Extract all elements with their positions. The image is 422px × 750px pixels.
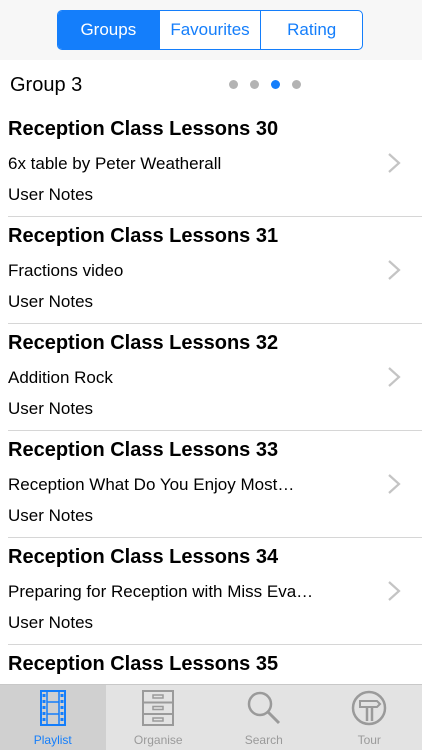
group-title: Group 3 [10,74,83,96]
item-title: Reception Class Lessons 31 [8,225,279,247]
item-subtitle: Addition Rock [8,368,113,387]
chevron-right-icon [388,153,401,173]
tab-search[interactable]: Search [211,685,317,750]
group-header: Group 3 [0,60,422,110]
filing-cabinet-icon [142,690,175,726]
item-subtitle: Preparing for Reception with Miss Eva… [8,582,314,601]
lesson-list: Reception Class Lessons 30 6x table by P… [0,110,422,750]
item-subtitle: 6x table by Peter Weatherall [8,154,222,173]
page-indicator[interactable] [229,80,301,89]
list-item[interactable]: Reception Class Lessons 30 6x table by P… [0,110,422,217]
tab-organise[interactable]: Organise [106,685,212,750]
page-dot-2[interactable] [250,80,259,89]
segment-bar: Groups Favourites Rating [0,0,422,60]
tab-label: Organise [133,733,183,747]
item-notes: User Notes [8,292,94,311]
segmented-control: Groups Favourites Rating [57,10,363,50]
item-notes: User Notes [8,506,94,525]
item-title: Reception Class Lessons 32 [8,332,279,354]
page-dot-3[interactable] [271,80,280,89]
segment-favourites[interactable]: Favourites [160,11,262,49]
tab-playlist[interactable]: Playlist [0,685,106,750]
item-title: Reception Class Lessons 33 [8,439,279,461]
tab-label: Playlist [33,733,72,747]
item-subtitle: Reception What Do You Enjoy Most… [8,475,295,494]
list-item[interactable]: Reception Class Lessons 33 Reception Wha… [0,431,422,538]
signpost-icon [352,690,387,726]
chevron-right-icon [388,474,401,494]
magnifier-icon [247,691,280,725]
item-notes: User Notes [8,399,94,418]
item-title: Reception Class Lessons 30 [8,118,279,140]
list-item[interactable]: Reception Class Lessons 32 Addition Rock… [0,324,422,431]
tab-label: Tour [357,733,381,747]
chevron-right-icon [388,260,401,280]
item-subtitle: Fractions video [8,261,124,280]
item-title: Reception Class Lessons 34 [8,546,279,568]
item-notes: User Notes [8,185,94,204]
page-dot-4[interactable] [292,80,301,89]
list-item[interactable]: Reception Class Lessons 34 Preparing for… [0,538,422,645]
page-dot-1[interactable] [229,80,238,89]
list-item[interactable]: Reception Class Lessons 31 Fractions vid… [0,217,422,324]
segment-rating[interactable]: Rating [261,11,362,49]
tab-tour[interactable]: Tour [317,685,422,750]
chevron-right-icon [388,581,401,601]
tab-label: Search [244,733,283,747]
film-strip-icon [39,690,66,726]
tab-bar: Playlist Organise Search Tour [0,684,422,750]
item-notes: User Notes [8,613,94,632]
item-title: Reception Class Lessons 35 [8,653,279,675]
segment-groups[interactable]: Groups [58,11,160,49]
chevron-right-icon [388,367,401,387]
